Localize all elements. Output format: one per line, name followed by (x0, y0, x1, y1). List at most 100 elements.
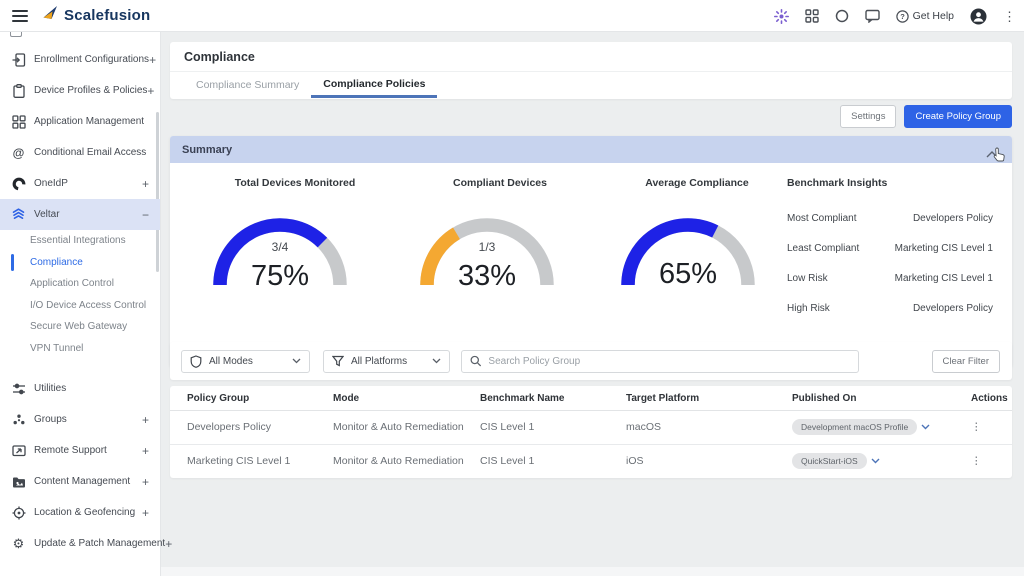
utilities-icon (11, 381, 26, 396)
col-benchmark-insights: Benchmark Insights (787, 177, 887, 189)
content-management-icon (11, 474, 26, 489)
sidebar-item-oneidp[interactable]: OneIdP + (0, 168, 160, 199)
svg-text:33%: 33% (458, 260, 516, 292)
sidebar-item-veltar[interactable]: Veltar − (0, 199, 160, 230)
main-content: Compliance Compliance Summary Compliance… (161, 32, 1024, 576)
policy-group-search (461, 350, 859, 373)
sidebar-item-conditional-email-access[interactable]: @ Conditional Email Access (0, 137, 160, 168)
remote-support-icon (11, 443, 26, 458)
search-icon (470, 355, 481, 367)
insight-least-compliant: Least Compliant Marketing CIS Level 1 (787, 233, 993, 263)
svg-text:75%: 75% (251, 260, 309, 292)
sidebar-item-secure-web-gateway[interactable]: Secure Web Gateway (0, 316, 160, 338)
sidebar-item-update-patch-management[interactable]: ⚙ Update & Patch Management + (0, 528, 160, 559)
svg-text:3/4: 3/4 (272, 240, 289, 254)
row-actions-menu-icon[interactable]: ⋮ (971, 455, 991, 467)
insight-high-risk: High Risk Developers Policy (787, 293, 993, 323)
table-row[interactable]: Marketing CIS Level 1 Monitor & Auto Rem… (170, 445, 1012, 479)
sidebar-item-content-management[interactable]: Content Management + (0, 466, 160, 497)
app-header: Scalefusion (0, 0, 1024, 32)
location-geofencing-icon (11, 505, 26, 520)
chevron-down-icon (921, 424, 930, 430)
gauge-average-compliance: 65% (613, 211, 763, 293)
published-profile-dropdown[interactable]: QuickStart-iOS (792, 453, 943, 469)
platform-filter-dropdown[interactable]: All Platforms (323, 350, 450, 373)
oneidp-icon (11, 176, 26, 191)
funnel-icon (332, 355, 344, 367)
col-benchmark-name: Benchmark Name (480, 393, 626, 404)
enrollment-configurations-icon (11, 52, 26, 67)
sidebar-item-remote-support[interactable]: Remote Support + (0, 435, 160, 466)
help-icon: ? (896, 10, 909, 23)
account-avatar-icon[interactable] (970, 8, 987, 25)
scalefusion-logo-icon (42, 5, 58, 26)
policy-table: Policy Group Mode Benchmark Name Target … (170, 386, 1012, 478)
sidebar-item-essential-integrations[interactable]: Essential Integrations (0, 230, 160, 252)
chevron-down-icon (871, 458, 880, 464)
summary-title: Summary (182, 144, 232, 156)
col-compliant-devices: Compliant Devices (400, 177, 600, 189)
sidebar-item-enrollment-configurations[interactable]: Enrollment Configurations + (0, 44, 160, 75)
sidebar-item-device-profiles-policies[interactable]: Device Profiles & Policies + (0, 75, 160, 106)
search-input[interactable] (488, 356, 850, 367)
tab-compliance-summary[interactable]: Compliance Summary (184, 72, 311, 98)
sidebar-item-compliance[interactable]: Compliance (0, 252, 160, 274)
svg-text:65%: 65% (659, 258, 717, 290)
logo-text: Scalefusion (64, 7, 150, 24)
sidebar-item-application-management[interactable]: Application Management (0, 106, 160, 137)
clear-filter-button[interactable]: Clear Filter (932, 350, 1000, 373)
page-actions: Settings Create Policy Group (840, 105, 1012, 128)
chevron-down-icon (432, 358, 441, 364)
col-policy-group: Policy Group (187, 393, 333, 404)
page-title: Compliance (184, 50, 255, 64)
col-mode: Mode (333, 393, 480, 404)
summary-panel-header[interactable]: Summary (170, 136, 1012, 163)
sidebar: Enrollment Configurations + Device Profi… (0, 32, 161, 576)
benchmark-insights: Most Compliant Developers Policy Least C… (787, 203, 993, 323)
svg-text:?: ? (900, 12, 905, 21)
device-profiles-icon (11, 83, 26, 98)
overflow-menu-icon[interactable]: ⋮ (1003, 10, 1016, 23)
create-policy-group-button[interactable]: Create Policy Group (904, 105, 1012, 128)
ai-spark-icon[interactable] (774, 9, 789, 24)
clipped-item-fragment (10, 32, 22, 37)
row-actions-menu-icon[interactable]: ⋮ (971, 421, 991, 433)
sidebar-item-location-geofencing[interactable]: Location & Geofencing + (0, 497, 160, 528)
veltar-icon (11, 207, 26, 222)
groups-icon (11, 412, 26, 427)
scalefusion-logo[interactable]: Scalefusion (42, 5, 150, 26)
sidebar-item-utilities[interactable]: Utilities (0, 373, 160, 404)
application-management-icon (11, 114, 26, 129)
col-published-on: Published On (792, 393, 943, 404)
gauge-compliant-devices: 1/3 33% (412, 211, 562, 293)
settings-button[interactable]: Settings (840, 105, 896, 128)
email-access-icon: @ (11, 145, 26, 160)
chevron-down-icon (292, 358, 301, 364)
svg-text:1/3: 1/3 (479, 240, 496, 254)
gauge-total-devices: 3/4 75% (205, 211, 355, 293)
col-target-platform: Target Platform (626, 393, 792, 404)
sync-icon[interactable] (835, 9, 849, 23)
col-actions: Actions (943, 393, 1012, 404)
sidebar-item-groups[interactable]: Groups + (0, 404, 160, 435)
table-row[interactable]: Developers Policy Monitor & Auto Remedia… (170, 411, 1012, 445)
update-patch-icon: ⚙ (11, 536, 26, 551)
summary-body: Total Devices Monitored Compliant Device… (170, 163, 1012, 367)
apps-grid-icon[interactable] (805, 9, 819, 23)
screen: Scalefusion (0, 0, 1024, 576)
get-help-label: Get Help (913, 10, 954, 22)
sidebar-item-io-device-access-control[interactable]: I/O Device Access Control (0, 295, 160, 317)
sidebar-item-application-control[interactable]: Application Control (0, 273, 160, 295)
mode-filter-dropdown[interactable]: All Modes (181, 350, 310, 373)
chat-icon[interactable] (865, 9, 880, 23)
hamburger-menu-icon[interactable] (12, 10, 28, 22)
filter-bar: All Modes All Platforms Clear Filter (170, 342, 1012, 380)
page-header-card: Compliance Compliance Summary Compliance… (170, 42, 1012, 99)
tab-compliance-policies[interactable]: Compliance Policies (311, 72, 437, 98)
sidebar-item-vpn-tunnel[interactable]: VPN Tunnel (0, 338, 160, 360)
insight-low-risk: Low Risk Marketing CIS Level 1 (787, 263, 993, 293)
insight-most-compliant: Most Compliant Developers Policy (787, 203, 993, 233)
col-average-compliance: Average Compliance (597, 177, 797, 189)
published-profile-dropdown[interactable]: Development macOS Profile (792, 419, 943, 435)
get-help-button[interactable]: ? Get Help (896, 10, 954, 23)
